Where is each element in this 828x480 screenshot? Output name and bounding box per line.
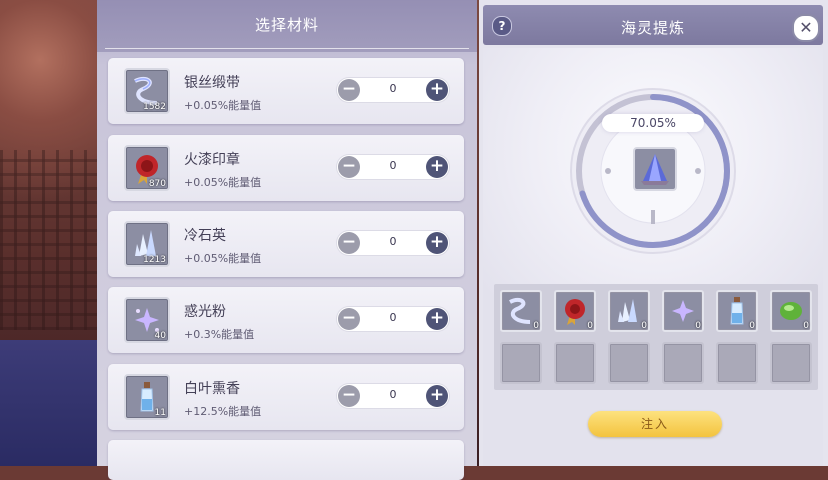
material-slot: 11 [124, 374, 170, 420]
quantity-value: 0 [389, 82, 397, 95]
material-name: 银丝缎带 [184, 75, 240, 91]
quantity-value: 0 [389, 311, 397, 324]
material-row[interactable]: 11 白叶熏香 +12.5%能量值 − 0 + [108, 364, 464, 430]
decrease-button[interactable]: − [338, 308, 360, 330]
grid-slot[interactable]: 0 [608, 290, 650, 332]
grid-slot-empty[interactable] [770, 342, 812, 384]
material-name: 白叶熏香 [184, 381, 240, 397]
owned-count: 40 [154, 331, 166, 341]
grid-slot-empty[interactable] [662, 342, 704, 384]
refine-body: 70.05% 0 0 0 0 0 0 注入 [483, 48, 823, 466]
progress-percent: 70.05% [630, 116, 676, 130]
grid-slot[interactable]: 0 [554, 290, 596, 332]
quantity-value: 0 [389, 159, 397, 172]
material-effect: +0.05%能量值 [184, 99, 262, 112]
decrease-button[interactable]: − [338, 232, 360, 254]
refine-title: 海灵提炼 [620, 19, 685, 37]
material-effect: +0.05%能量值 [184, 252, 262, 265]
owned-count: 1582 [143, 102, 166, 112]
material-row[interactable]: 1213 冷石英 +0.05%能量值 − 0 + [108, 211, 464, 277]
grid-slot-empty[interactable] [500, 342, 542, 384]
slot-count: 0 [533, 321, 539, 331]
material-row[interactable]: 40 惑光粉 +0.3%能量值 − 0 + [108, 287, 464, 353]
slot-count: 0 [695, 321, 701, 331]
quantity-value: 0 [389, 235, 397, 248]
quantity-stepper: − 0 + [337, 307, 449, 331]
material-header: 选择材料 [97, 0, 477, 52]
refine-panel: ? 海灵提炼 ✕ 70.05% 0 0 0 0 0 0 注入 [479, 0, 828, 466]
grid-slot[interactable]: 0 [662, 290, 704, 332]
inject-button[interactable]: 注入 [588, 411, 722, 437]
material-row-partial [108, 440, 464, 480]
material-grid: 0 0 0 0 0 0 [494, 284, 818, 390]
owned-count: 11 [154, 408, 166, 418]
decrease-button[interactable]: − [338, 79, 360, 101]
grid-slot-empty[interactable] [716, 342, 758, 384]
material-effect: +0.05%能量值 [184, 176, 262, 189]
quantity-stepper: − 0 + [337, 155, 449, 179]
slot-count: 0 [803, 321, 809, 331]
grid-slot[interactable]: 0 [770, 290, 812, 332]
background-floor [0, 340, 100, 466]
refine-target-slot[interactable] [633, 147, 677, 191]
quantity-stepper: − 0 + [337, 384, 449, 408]
grid-slot[interactable]: 0 [716, 290, 758, 332]
decrease-button[interactable]: − [338, 156, 360, 178]
progress-badge: 70.05% [602, 114, 704, 132]
owned-count: 870 [148, 179, 166, 189]
material-slot: 1213 [124, 221, 170, 267]
material-name: 火漆印章 [184, 152, 240, 168]
grid-slot[interactable]: 0 [500, 290, 542, 332]
background-lattice [0, 150, 100, 330]
quantity-stepper: − 0 + [337, 231, 449, 255]
material-slot: 1582 [124, 68, 170, 114]
refine-header: ? 海灵提炼 ✕ [483, 5, 823, 45]
owned-count: 1213 [143, 255, 166, 265]
slot-count: 0 [641, 321, 647, 331]
decrease-button[interactable]: − [338, 385, 360, 407]
increase-button[interactable]: + [426, 232, 448, 254]
grid-slot-empty[interactable] [554, 342, 596, 384]
slot-count: 0 [749, 321, 755, 331]
increase-button[interactable]: + [426, 308, 448, 330]
header-divider [105, 48, 469, 49]
increase-button[interactable]: + [426, 79, 448, 101]
quantity-value: 0 [389, 388, 397, 401]
quantity-stepper: − 0 + [337, 78, 449, 102]
material-slot: 40 [124, 297, 170, 343]
material-row[interactable]: 870 火漆印章 +0.05%能量值 − 0 + [108, 135, 464, 201]
material-name: 惑光粉 [184, 304, 226, 320]
slot-count: 0 [587, 321, 593, 331]
material-effect: +12.5%能量值 [184, 405, 262, 418]
material-row[interactable]: 1582 银丝缎带 +0.05%能量值 − 0 + [108, 58, 464, 124]
increase-button[interactable]: + [426, 385, 448, 407]
material-panel: 选择材料 1582 银丝缎带 +0.05%能量值 − 0 + 870 火漆印章 … [97, 0, 477, 480]
material-slot: 870 [124, 145, 170, 191]
crystal-icon [641, 154, 669, 185]
close-button[interactable]: ✕ [792, 14, 820, 42]
material-name: 冷石英 [184, 228, 226, 244]
material-panel-title: 选择材料 [254, 16, 319, 34]
material-effect: +0.3%能量值 [184, 328, 255, 341]
increase-button[interactable]: + [426, 156, 448, 178]
grid-slot-empty[interactable] [608, 342, 650, 384]
